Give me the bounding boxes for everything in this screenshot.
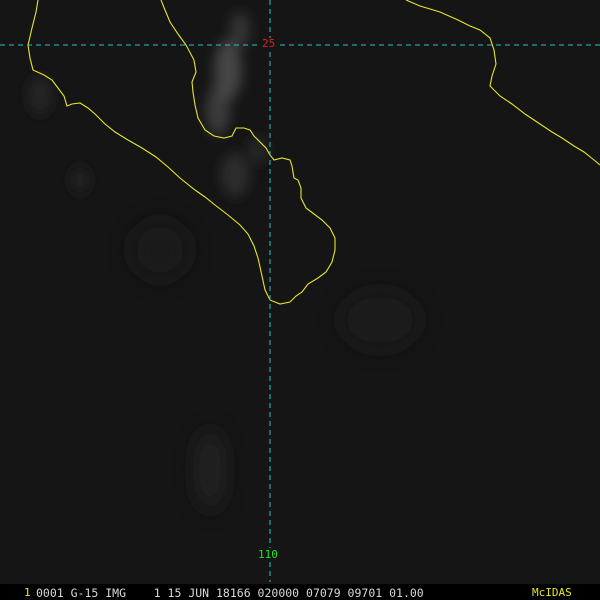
mainland-coastline [405, 0, 600, 166]
latitude-label: 25 [262, 37, 276, 50]
mcidas-tag: McIDAS [532, 586, 572, 599]
lat-lon-grid [0, 0, 600, 582]
cloud-patch [221, 153, 249, 197]
cloud-layer-faint [130, 220, 420, 510]
cloud-patch [196, 430, 224, 510]
cloud-patch [28, 75, 52, 115]
cloud-patch [130, 220, 190, 280]
satellite-image-viewer[interactable]: 25 110 [0, 0, 600, 600]
frame-number: 1 [24, 586, 31, 599]
map-canvas [0, 0, 600, 582]
cloud-patch [230, 12, 250, 48]
cloud-patch [70, 165, 90, 195]
cloud-patch [206, 85, 230, 135]
cloud-patch [340, 290, 420, 350]
coastline-layer [27, 0, 600, 305]
cloud-layer [28, 12, 268, 197]
image-header-text: 0001 G-15 IMG 1 15 JUN 18166 020000 0707… [36, 586, 424, 600]
longitude-label: 110 [258, 548, 278, 561]
